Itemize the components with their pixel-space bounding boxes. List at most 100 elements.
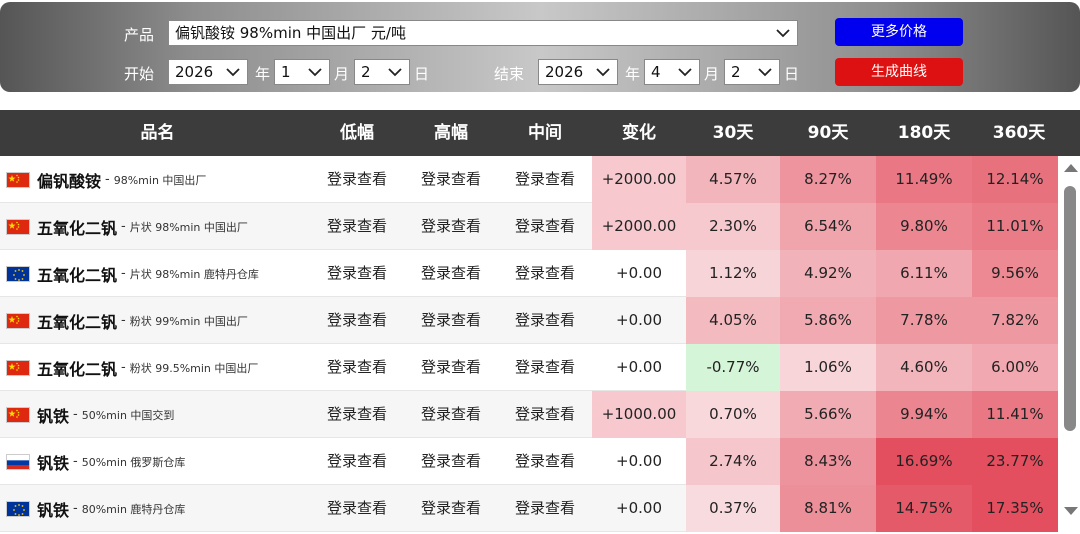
start-year-unit: 年 (255, 65, 271, 83)
high-cell[interactable]: 登录查看 (404, 156, 498, 203)
start-year-value: 2026 (175, 63, 214, 81)
mid-cell[interactable]: 登录查看 (498, 438, 592, 485)
product-name-cell[interactable]: 钒铁 -80%min 鹿特丹仓库 (0, 485, 310, 532)
product-spec: 50%min 俄罗斯仓库 (81, 455, 186, 469)
low-cell[interactable]: 登录查看 (310, 438, 404, 485)
chevron-down-icon (388, 68, 402, 77)
name-separator: - (121, 313, 126, 328)
product-name[interactable]: 钒铁 (37, 450, 69, 474)
start-label: 开始 (124, 65, 155, 83)
pct-180d-cell: 9.80% (876, 203, 972, 250)
high-cell[interactable]: 登录查看 (404, 438, 498, 485)
low-cell[interactable]: 登录查看 (310, 156, 404, 203)
scrollbar-thumb[interactable] (1064, 186, 1076, 431)
pct-180d-cell: 6.11% (876, 250, 972, 297)
scroll-down-arrow-icon[interactable] (1064, 507, 1078, 515)
product-select-value: 偏钒酸铵 98%min 中国出厂 元/吨 (175, 24, 406, 42)
product-name[interactable]: 五氧化二钒 (37, 215, 117, 239)
name-separator: - (121, 360, 126, 375)
product-select[interactable]: 偏钒酸铵 98%min 中国出厂 元/吨 (168, 20, 798, 46)
mid-cell[interactable]: 登录查看 (498, 297, 592, 344)
header-180d: 180天 (897, 123, 951, 143)
table-row[interactable]: 偏钒酸铵 -98%min 中国出厂 登录查看 登录查看 登录查看 +2000.00 4.57… (0, 156, 1058, 203)
product-name[interactable]: 五氧化二钒 (37, 309, 117, 333)
mid-cell[interactable]: 登录查看 (498, 203, 592, 250)
russia-flag-icon (6, 453, 30, 470)
pct-30d-cell: 4.05% (686, 297, 780, 344)
pct-30d-cell: 0.70% (686, 391, 780, 438)
low-cell[interactable]: 登录查看 (310, 485, 404, 532)
table-row[interactable]: 钒铁 -50%min 俄罗斯仓库 登录查看 登录查看 登录查看 +0.00 2.74% 8.4… (0, 438, 1058, 485)
high-cell[interactable]: 登录查看 (404, 391, 498, 438)
pct-360d-cell: 6.00% (972, 344, 1058, 391)
mid-cell[interactable]: 登录查看 (498, 156, 592, 203)
product-name-cell[interactable]: 钒铁 -50%min 俄罗斯仓库 (0, 438, 310, 485)
table-row[interactable]: 五氧化二钒 - 片状 98%min 鹿特丹仓库 登录查看 登录查看 登录查看 +0.00 1.… (0, 250, 1058, 297)
start-day-select[interactable]: 2 (354, 59, 410, 85)
high-cell[interactable]: 登录查看 (404, 203, 498, 250)
end-month-unit: 月 (704, 65, 720, 83)
product-name[interactable]: 钒铁 (37, 403, 69, 427)
product-name[interactable]: 偏钒酸铵 (37, 168, 101, 192)
pct-30d-cell: 1.12% (686, 250, 780, 297)
low-cell[interactable]: 登录查看 (310, 297, 404, 344)
china-flag-icon (6, 171, 30, 188)
product-name-cell[interactable]: 钒铁 -50%min 中国交到 (0, 391, 310, 438)
china-flag-icon (6, 359, 30, 376)
chevron-down-icon (678, 68, 692, 77)
end-day-select[interactable]: 2 (724, 59, 780, 85)
product-name[interactable]: 钒铁 (37, 497, 69, 521)
product-name[interactable]: 五氧化二钒 (37, 356, 117, 380)
china-flag-icon (6, 312, 30, 329)
pct-30d-cell: 2.74% (686, 438, 780, 485)
vertical-scrollbar[interactable] (1060, 156, 1080, 534)
high-cell[interactable]: 登录查看 (404, 250, 498, 297)
pct-360d-cell: 23.77% (972, 438, 1058, 485)
pct-180d-cell: 11.49% (876, 156, 972, 203)
mid-cell[interactable]: 登录查看 (498, 391, 592, 438)
mid-cell[interactable]: 登录查看 (498, 485, 592, 532)
eu-flag-icon (6, 500, 30, 517)
end-month-select[interactable]: 4 (644, 59, 700, 85)
product-name-cell[interactable]: 五氧化二钒 - 片状 98%min 中国出厂 (0, 203, 310, 250)
end-year-select[interactable]: 2026 (538, 59, 618, 85)
header-90d: 90天 (807, 123, 849, 143)
high-cell[interactable]: 登录查看 (404, 297, 498, 344)
product-name[interactable]: 五氧化二钒 (37, 262, 117, 286)
low-cell[interactable]: 登录查看 (310, 203, 404, 250)
end-year-value: 2026 (545, 63, 584, 81)
product-name-cell[interactable]: 五氧化二钒 - 粉状 99%min 中国出厂 (0, 297, 310, 344)
scroll-up-arrow-icon[interactable] (1064, 164, 1078, 172)
table-row[interactable]: 五氧化二钒 - 粉状 99.5%min 中国出厂 登录查看 登录查看 登录查看 +0.00-… (0, 344, 1058, 391)
change-cell: +2000.00 (592, 156, 686, 203)
start-year-select[interactable]: 2026 (168, 59, 248, 85)
pct-90d-cell: 8.81% (780, 485, 876, 532)
generate-curve-button[interactable]: 生成曲线 (835, 58, 963, 86)
product-spec: 80%min 鹿特丹仓库 (81, 502, 186, 516)
high-cell[interactable]: 登录查看 (404, 344, 498, 391)
product-name-cell[interactable]: 五氧化二钒 - 片状 98%min 鹿特丹仓库 (0, 250, 310, 297)
low-cell[interactable]: 登录查看 (310, 344, 404, 391)
mid-cell[interactable]: 登录查看 (498, 344, 592, 391)
product-name-cell[interactable]: 五氧化二钒 - 粉状 99.5%min 中国出厂 (0, 344, 310, 391)
low-cell[interactable]: 登录查看 (310, 250, 404, 297)
more-prices-button[interactable]: 更多价格 (835, 18, 963, 46)
chevron-down-icon (226, 68, 240, 77)
header-low: 低幅 (340, 123, 374, 143)
pct-360d-cell: 12.14% (972, 156, 1058, 203)
product-spec: 98%min 中国出厂 (113, 173, 207, 187)
table-row[interactable]: 钒铁 -80%min 鹿特丹仓库 登录查看 登录查看 登录查看 +0.00 0.37% 8.8… (0, 485, 1058, 532)
pct-90d-cell: 5.66% (780, 391, 876, 438)
high-cell[interactable]: 登录查看 (404, 485, 498, 532)
mid-cell[interactable]: 登录查看 (498, 250, 592, 297)
product-name-cell[interactable]: 偏钒酸铵 -98%min 中国出厂 (0, 156, 310, 203)
product-spec: 片状 98%min 鹿特丹仓库 (129, 267, 259, 281)
eu-flag-icon (6, 265, 30, 282)
table-row[interactable]: 五氧化二钒 - 粉状 99%min 中国出厂 登录查看 登录查看 登录查看 +0.00 4.0… (0, 297, 1058, 344)
table-row[interactable]: 钒铁 -50%min 中国交到 登录查看 登录查看 登录查看 +1000.00 0.70% 5… (0, 391, 1058, 438)
pct-180d-cell: 14.75% (876, 485, 972, 532)
table-row[interactable]: 五氧化二钒 - 片状 98%min 中国出厂 登录查看 登录查看 登录查看 +2000.00… (0, 203, 1058, 250)
start-month-select[interactable]: 1 (274, 59, 330, 85)
change-cell: +1000.00 (592, 391, 686, 438)
low-cell[interactable]: 登录查看 (310, 391, 404, 438)
